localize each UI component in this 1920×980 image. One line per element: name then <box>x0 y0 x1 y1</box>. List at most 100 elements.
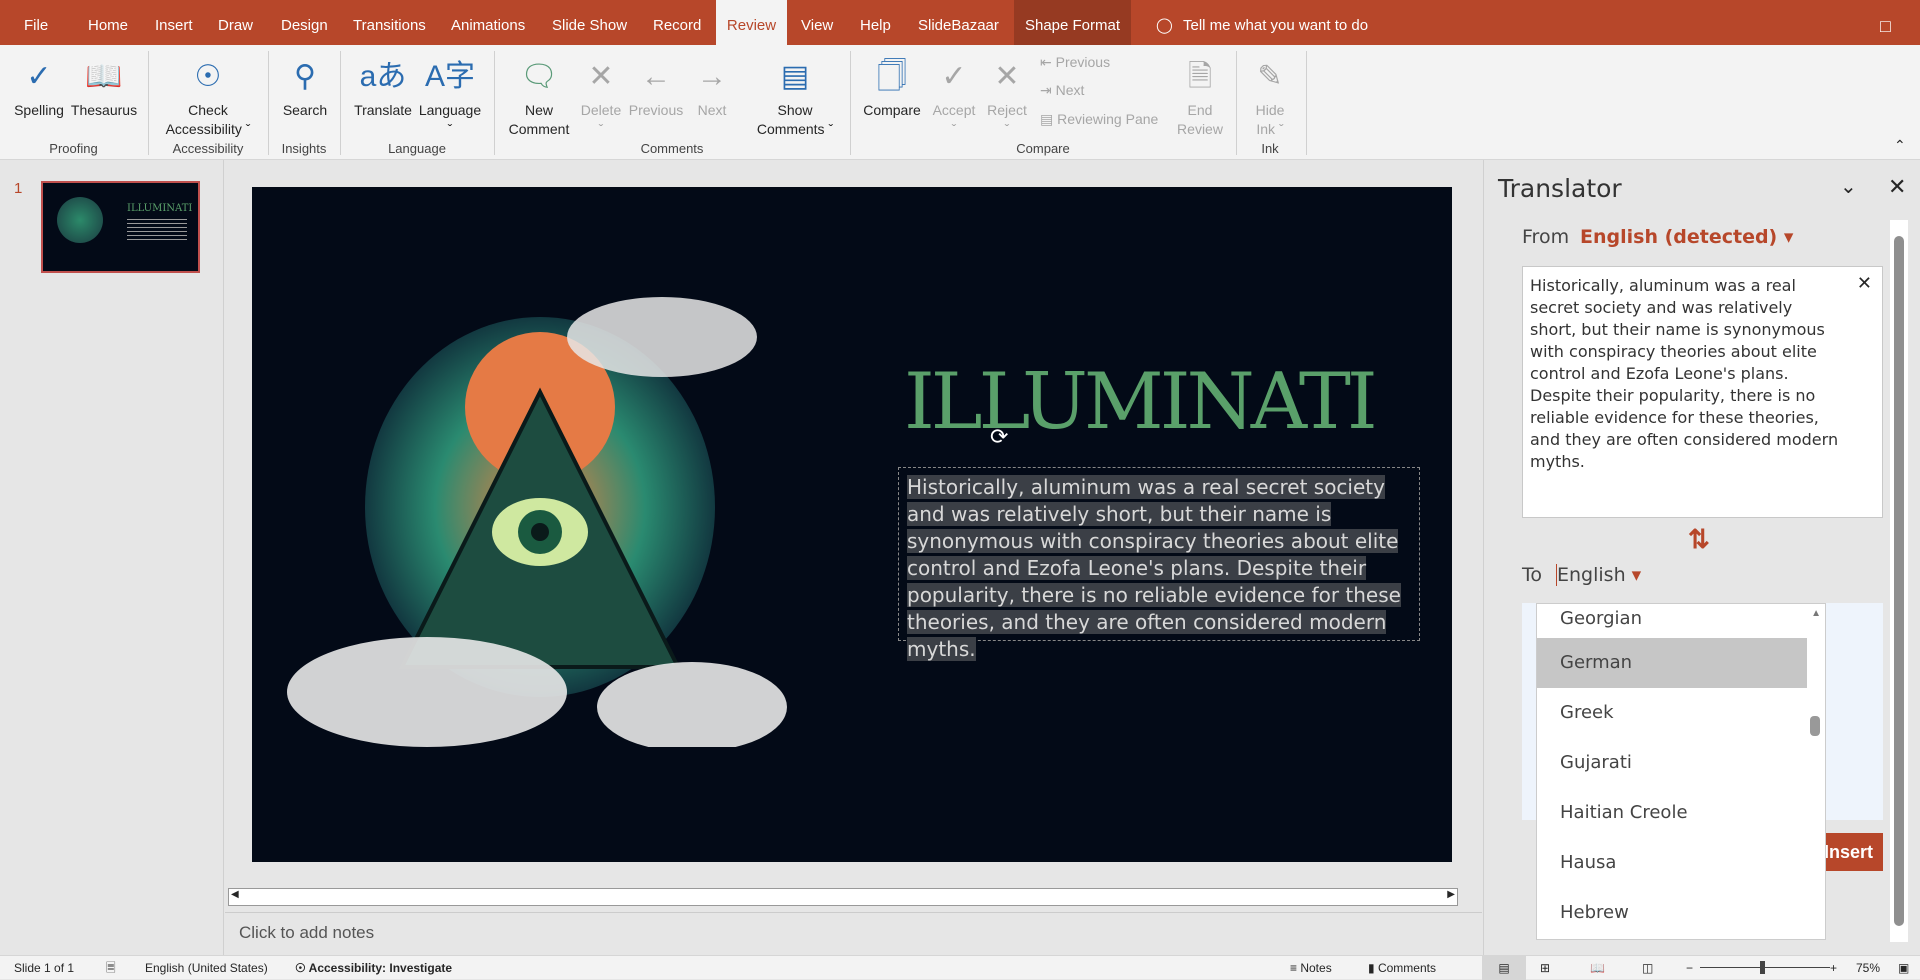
reading-view-icon[interactable]: 📖 <box>1590 956 1605 980</box>
compare-button[interactable]: 🗍 Compare <box>858 51 926 120</box>
translate-button[interactable]: aあ Translate <box>350 51 416 120</box>
new-comment-icon: 🗨 <box>519 59 559 93</box>
compare-previous-button[interactable]: ⇤ Previous <box>1040 54 1110 71</box>
dropdown-scroll-up-icon[interactable]: ▲ <box>1811 608 1821 619</box>
language-dropdown[interactable]: Georgian German Greek Gujarati Haitian C… <box>1536 603 1826 940</box>
compare-next-button[interactable]: ⇥ Next <box>1040 82 1084 99</box>
zoom-slider[interactable] <box>1700 961 1830 974</box>
spellcheck-icon[interactable]: 🗏 <box>106 956 116 980</box>
pane-title: Translator <box>1498 174 1622 203</box>
language-status[interactable]: English (United States) <box>145 956 268 980</box>
end-review-button[interactable]: 🗎 End Review <box>1168 51 1232 139</box>
body-textbox[interactable]: Historically, aluminum was a real secret… <box>898 467 1420 661</box>
dropdown-item[interactable]: Hausa <box>1537 838 1825 888</box>
horizontal-scrollbar[interactable]: ◀ ▶ <box>228 888 1458 906</box>
group-compare: Compare <box>1016 141 1070 156</box>
status-bar: Slide 1 of 1 🗏 English (United States) ☉… <box>0 955 1920 980</box>
slideshow-view-icon[interactable]: ◫ <box>1642 956 1653 980</box>
dropdown-item-selected[interactable]: German <box>1537 638 1807 688</box>
rotate-handle-icon[interactable]: ⟳ <box>990 424 1008 450</box>
reject-button[interactable]: ✕ Reject ˇ <box>982 51 1032 139</box>
slide-thumbnail-pane: 1 ILLUMINATI <box>0 160 224 955</box>
dropdown-scrollbar-thumb[interactable] <box>1810 716 1820 736</box>
new-comment-button[interactable]: 🗨 New Comment <box>502 51 576 139</box>
delete-comment-icon: ✕ <box>588 59 614 93</box>
collapse-ribbon-icon[interactable]: ⌃ <box>1894 137 1906 154</box>
hide-ink-button[interactable]: ✎ Hide Ink ˇ <box>1242 51 1298 139</box>
dropdown-item[interactable]: Gujarati <box>1537 738 1825 788</box>
accessibility-status[interactable]: ☉ Accessibility: Investigate <box>295 956 452 980</box>
group-insights: Insights <box>281 141 327 156</box>
scroll-left-icon[interactable]: ◀ <box>231 889 239 900</box>
notes-area[interactable]: Click to add notes <box>225 912 1482 955</box>
pane-scrollbar[interactable] <box>1890 220 1908 942</box>
check-accessibility-button[interactable]: ☉ Check Accessibility ˇ <box>152 51 264 139</box>
tab-slidebazaar[interactable]: SlideBazaar <box>910 0 1007 45</box>
show-comments-button[interactable]: ▤ Show Comments ˇ <box>746 51 844 139</box>
zoom-in-icon[interactable]: + <box>1830 956 1837 980</box>
to-language-select[interactable]: English ▾ <box>1556 564 1641 586</box>
tell-me-search[interactable]: Tell me what you want to do <box>1175 0 1376 45</box>
dropdown-item[interactable]: Greek <box>1537 688 1825 738</box>
dropdown-item[interactable]: Georgian <box>1537 604 1825 638</box>
search-button[interactable]: ⚲ Search <box>272 51 338 120</box>
notes-toggle[interactable]: ≡ Notes <box>1290 956 1332 980</box>
swap-languages-icon[interactable]: ⇅ <box>1688 524 1710 555</box>
fit-to-window-icon[interactable]: ▣ <box>1898 956 1909 980</box>
next-comment-button[interactable]: → Next <box>686 51 738 120</box>
clear-text-icon[interactable]: ✕ <box>1857 273 1872 294</box>
reviewing-pane-button[interactable]: ▤ Reviewing Pane <box>1040 111 1158 128</box>
zoom-level[interactable]: 75% <box>1856 956 1880 980</box>
zoom-slider-thumb[interactable] <box>1760 961 1765 974</box>
zoom-out-icon[interactable]: − <box>1686 956 1693 980</box>
tab-review[interactable]: Review <box>716 0 787 45</box>
slide-sorter-icon[interactable]: ⊞ <box>1540 956 1550 980</box>
illuminati-illustration <box>287 297 787 747</box>
tab-draw[interactable]: Draw <box>210 0 261 45</box>
accept-button[interactable]: ✓ Accept ˇ <box>926 51 982 139</box>
tab-view[interactable]: View <box>793 0 841 45</box>
language-icon: A字 <box>424 59 475 93</box>
comments-toggle[interactable]: ▮ Comments <box>1368 956 1436 980</box>
tab-design[interactable]: Design <box>273 0 336 45</box>
normal-view-icon[interactable]: ▤ <box>1482 956 1526 980</box>
previous-comment-icon: ← <box>641 59 671 93</box>
slide-number: 1 <box>14 180 23 197</box>
spelling-icon: ✓ <box>26 59 52 93</box>
previous-comment-button[interactable]: ← Previous <box>626 51 686 120</box>
group-language: Language <box>388 141 446 156</box>
tab-insert[interactable]: Insert <box>147 0 201 45</box>
from-language-select[interactable]: English (detected) ▾ <box>1580 226 1793 248</box>
group-comments: Comments <box>640 141 704 156</box>
next-comment-icon: → <box>697 59 727 93</box>
spelling-button[interactable]: ✓ Spelling <box>8 51 70 120</box>
thesaurus-button[interactable]: 📖 Thesaurus <box>70 51 138 120</box>
scroll-right-icon[interactable]: ▶ <box>1447 889 1455 900</box>
tab-animations[interactable]: Animations <box>443 0 533 45</box>
pane-options-icon[interactable]: ⌄ <box>1840 174 1857 199</box>
delete-comment-button[interactable]: ✕ Delete ˇ <box>576 51 626 139</box>
tab-help[interactable]: Help <box>852 0 899 45</box>
language-button[interactable]: A字 Language ˇ <box>416 51 484 139</box>
group-accessibility: Accessibility <box>172 141 244 156</box>
ink-icon: ✎ <box>1257 59 1283 93</box>
comment-icon[interactable]: □ <box>1872 0 1899 45</box>
book-icon: 📖 <box>85 59 123 93</box>
reject-icon: ✕ <box>994 59 1020 93</box>
show-comments-icon: ▤ <box>780 59 810 93</box>
tab-file[interactable]: File <box>16 0 56 45</box>
tab-record[interactable]: Record <box>645 0 709 45</box>
compare-icon: 🗍 <box>877 59 907 93</box>
tab-shape-format[interactable]: Shape Format <box>1014 0 1131 45</box>
tab-transitions[interactable]: Transitions <box>345 0 434 45</box>
tab-home[interactable]: Home <box>80 0 136 45</box>
slide-title[interactable]: ILLUMINATI <box>904 357 1378 447</box>
dropdown-item[interactable]: Hebrew <box>1537 888 1825 938</box>
source-text-input[interactable]: Historically, aluminum was a real secret… <box>1522 266 1883 518</box>
tab-slide-show[interactable]: Slide Show <box>544 0 635 45</box>
accept-icon: ✓ <box>941 59 967 93</box>
slide-thumbnail[interactable]: ILLUMINATI <box>41 181 200 273</box>
close-pane-icon[interactable]: ✕ <box>1888 174 1906 200</box>
slide-canvas[interactable]: ILLUMINATI Historically, aluminum was a … <box>252 187 1452 862</box>
dropdown-item[interactable]: Haitian Creole <box>1537 788 1825 838</box>
